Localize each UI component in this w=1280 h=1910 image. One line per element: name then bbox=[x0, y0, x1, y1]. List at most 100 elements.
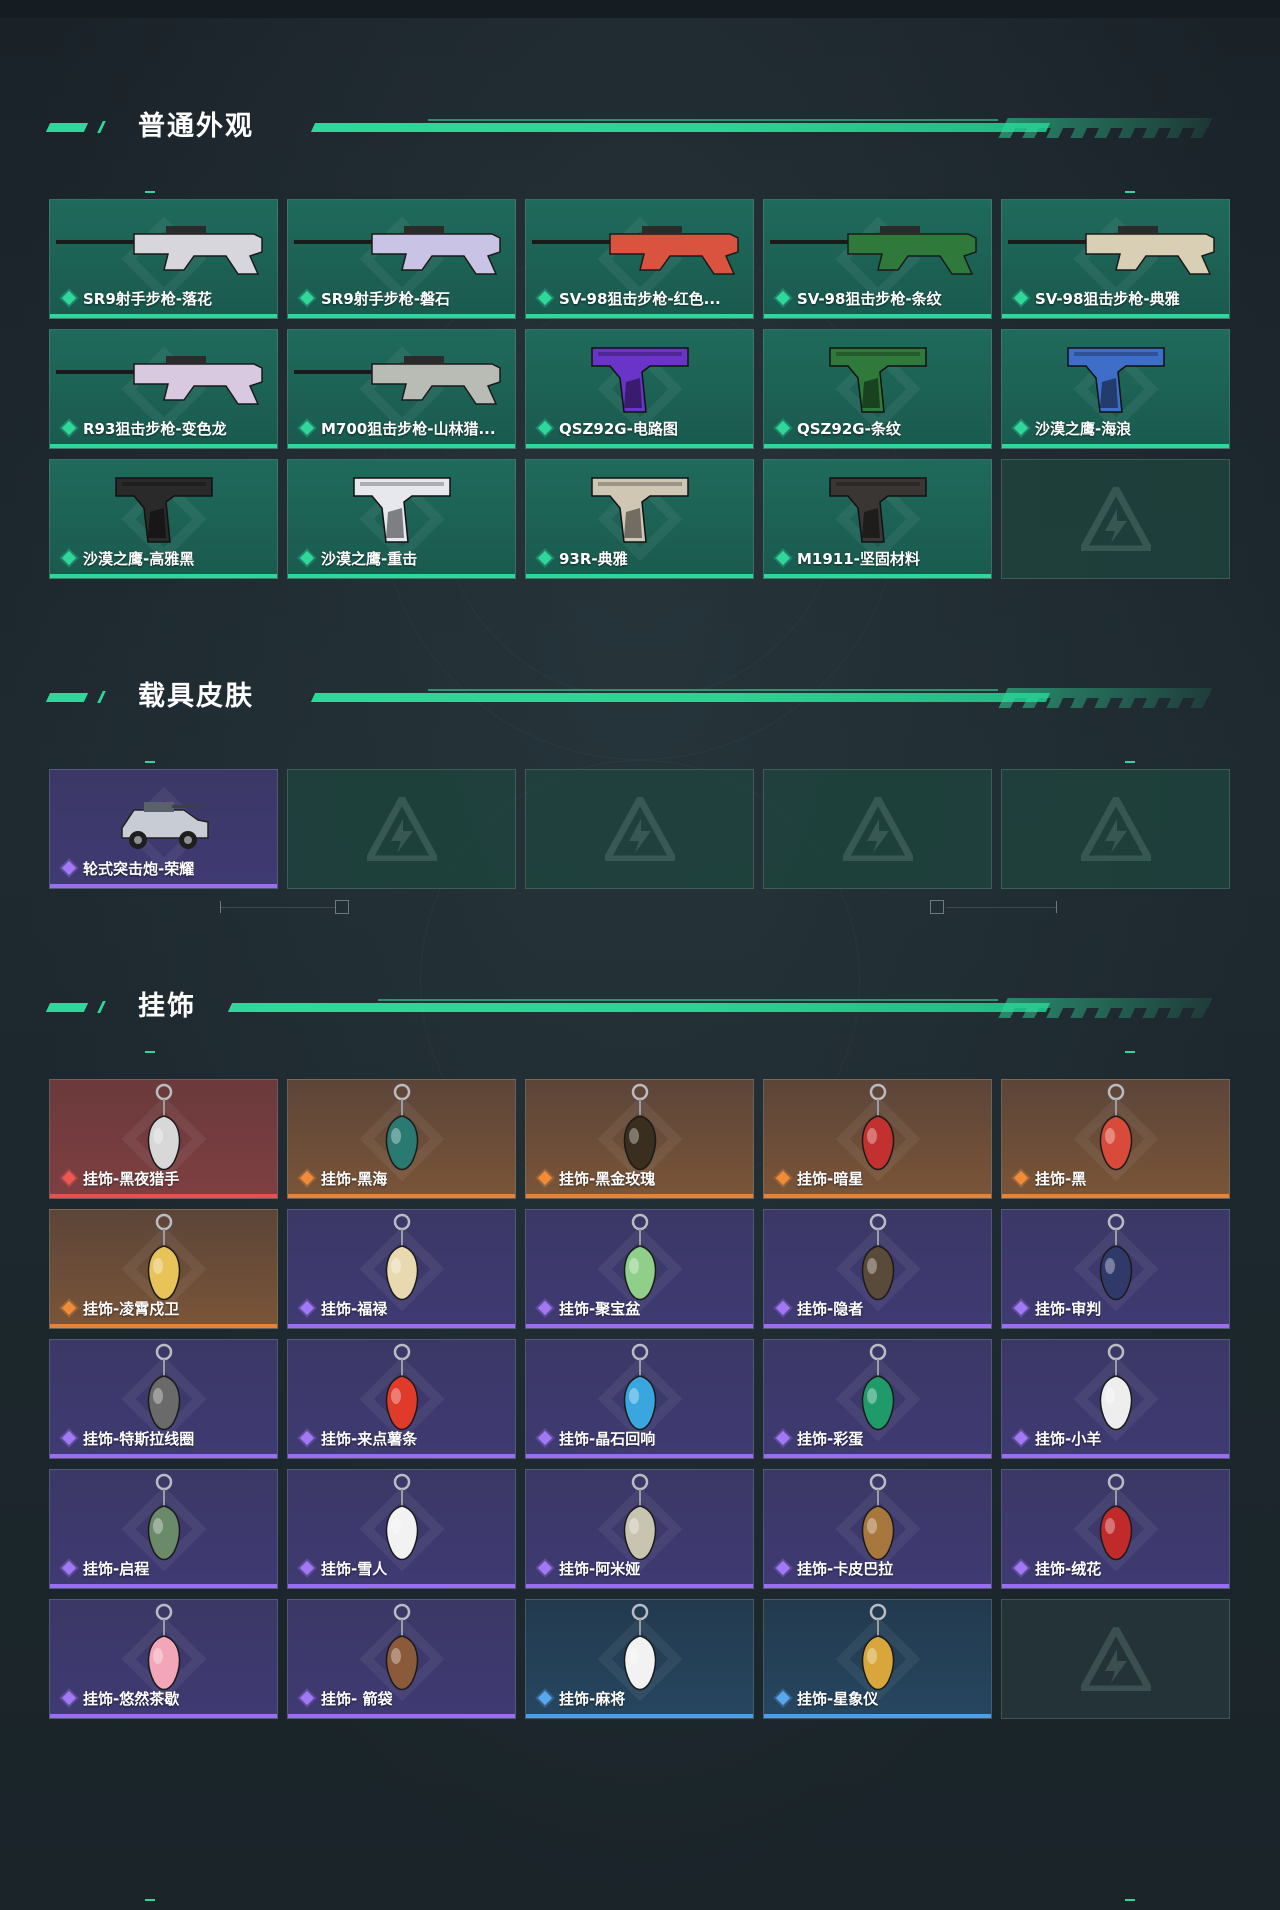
item-card[interactable]: 挂饰-审判 bbox=[1001, 1209, 1230, 1329]
item-card[interactable]: 挂饰-暗星 bbox=[763, 1079, 992, 1199]
logo-placeholder-icon bbox=[604, 797, 675, 861]
item-name: M700狙击步枪-山林猎... bbox=[321, 419, 496, 438]
rarity-diamond-icon bbox=[299, 420, 315, 436]
card-label-row: 挂饰-黑 bbox=[1013, 1168, 1223, 1188]
item-card[interactable]: 挂饰-启程 bbox=[49, 1469, 278, 1589]
item-card[interactable]: 挂饰-黑夜猎手 bbox=[49, 1079, 278, 1199]
item-card[interactable]: 挂饰-星象仪 bbox=[763, 1599, 992, 1719]
item-name: 挂饰-雪人 bbox=[321, 1559, 388, 1578]
item-card[interactable]: 挂饰-隐者 bbox=[763, 1209, 992, 1329]
rarity-diamond-icon bbox=[61, 420, 77, 436]
rarity-bar bbox=[764, 314, 991, 318]
card-label-row: 挂饰-雪人 bbox=[299, 1558, 509, 1578]
logo-placeholder-icon bbox=[1080, 487, 1151, 551]
item-name: 沙漠之鹰-高雅黑 bbox=[83, 549, 195, 568]
pistol-icon bbox=[104, 468, 224, 552]
item-card[interactable]: 挂饰-晶石回响 bbox=[525, 1339, 754, 1459]
divider-square bbox=[930, 900, 944, 914]
rarity-diamond-icon bbox=[1013, 1170, 1029, 1186]
item-card[interactable]: 挂饰-聚宝盆 bbox=[525, 1209, 754, 1329]
card-label-row: 沙漠之鹰-海浪 bbox=[1013, 418, 1223, 438]
header-accent-bar bbox=[45, 123, 89, 132]
card-label-row: 挂饰-来点薯条 bbox=[299, 1428, 509, 1448]
pistol-icon bbox=[342, 468, 462, 552]
rarity-diamond-icon bbox=[775, 420, 791, 436]
item-card[interactable]: 沙漠之鹰-重击 bbox=[287, 459, 516, 579]
card-label-row: 挂饰-麻将 bbox=[537, 1688, 747, 1708]
divider-line bbox=[220, 907, 335, 908]
rarity-bar bbox=[50, 884, 277, 888]
pistol-icon bbox=[580, 338, 700, 422]
item-card[interactable]: QSZ92G-电路图 bbox=[525, 329, 754, 449]
section-title: 载具皮肤 bbox=[138, 681, 254, 712]
header-thin-line bbox=[428, 689, 998, 691]
item-card[interactable]: 沙漠之鹰-高雅黑 bbox=[49, 459, 278, 579]
item-card[interactable]: 93R-典雅 bbox=[525, 459, 754, 579]
item-card[interactable]: 挂饰-阿米娅 bbox=[525, 1469, 754, 1589]
card-label-row: 挂饰-黑夜猎手 bbox=[61, 1168, 271, 1188]
item-name: R93狙击步枪-变色龙 bbox=[83, 419, 227, 438]
rarity-bar bbox=[764, 1454, 991, 1458]
section-header-normal-skins: 普通外观 bbox=[45, 107, 1213, 147]
item-card[interactable]: 挂饰-黑 bbox=[1001, 1079, 1230, 1199]
section-title: 挂饰 bbox=[138, 991, 196, 1022]
rarity-diamond-icon bbox=[61, 290, 77, 306]
item-card[interactable]: SV-98狙击步枪-条纹 bbox=[763, 199, 992, 319]
rarity-bar bbox=[526, 1194, 753, 1198]
item-card[interactable]: 挂饰-绒花 bbox=[1001, 1469, 1230, 1589]
item-card[interactable]: 挂饰-卡皮巴拉 bbox=[763, 1469, 992, 1589]
item-card[interactable]: 挂饰-黑海 bbox=[287, 1079, 516, 1199]
card-label-row: QSZ92G-电路图 bbox=[537, 418, 747, 438]
charms-grid: 挂饰-黑夜猎手 挂饰-黑海 挂饰-黑金玫瑰 挂饰-暗星 挂饰-黑挂饰-凌霄戍卫 挂饰-福禄… bbox=[49, 1079, 1231, 1719]
item-card[interactable]: 挂饰-雪人 bbox=[287, 1469, 516, 1589]
rarity-bar bbox=[764, 1194, 991, 1198]
item-card[interactable]: 挂饰-黑金玫瑰 bbox=[525, 1079, 754, 1199]
item-card[interactable]: 挂饰-小羊 bbox=[1001, 1339, 1230, 1459]
rarity-bar bbox=[526, 314, 753, 318]
item-card[interactable]: SR9射手步枪-落花 bbox=[49, 199, 278, 319]
rarity-bar bbox=[1002, 1324, 1229, 1328]
item-name: 挂饰-福禄 bbox=[321, 1299, 388, 1318]
item-card[interactable]: 挂饰-来点薯条 bbox=[287, 1339, 516, 1459]
rarity-bar bbox=[50, 1324, 277, 1328]
rarity-bar bbox=[526, 1714, 753, 1718]
item-card[interactable]: SV-98狙击步枪-典雅 bbox=[1001, 199, 1230, 319]
card-label-row: 挂饰-聚宝盆 bbox=[537, 1298, 747, 1318]
item-card[interactable]: 挂饰-彩蛋 bbox=[763, 1339, 992, 1459]
item-name: 挂饰-黑夜猎手 bbox=[83, 1169, 180, 1188]
rarity-bar bbox=[526, 444, 753, 448]
rarity-bar bbox=[288, 574, 515, 578]
item-card[interactable]: M700狙击步枪-山林猎... bbox=[287, 329, 516, 449]
item-card[interactable]: 挂饰-麻将 bbox=[525, 1599, 754, 1719]
item-card[interactable]: 挂饰-福禄 bbox=[287, 1209, 516, 1329]
rarity-diamond-icon bbox=[1013, 1560, 1029, 1576]
item-card[interactable]: 轮式突击炮-荣耀 bbox=[49, 769, 278, 889]
card-label-row: QSZ92G-条纹 bbox=[775, 418, 985, 438]
item-card[interactable]: M1911-坚固材料 bbox=[763, 459, 992, 579]
rarity-bar bbox=[1002, 1584, 1229, 1588]
rarity-diamond-icon bbox=[537, 420, 553, 436]
rarity-diamond-icon bbox=[537, 1560, 553, 1576]
item-card[interactable]: 挂饰- 箭袋 bbox=[287, 1599, 516, 1719]
rarity-diamond-icon bbox=[61, 1560, 77, 1576]
card-label-row: SR9射手步枪-磐石 bbox=[299, 288, 509, 308]
rarity-bar bbox=[764, 444, 991, 448]
card-label-row: 挂饰-凌霄戍卫 bbox=[61, 1298, 271, 1318]
item-card[interactable]: R93狙击步枪-变色龙 bbox=[49, 329, 278, 449]
rarity-diamond-icon bbox=[61, 860, 77, 876]
rarity-diamond-icon bbox=[61, 1170, 77, 1186]
card-label-row: SR9射手步枪-落花 bbox=[61, 288, 271, 308]
corner-tick bbox=[1125, 1899, 1135, 1901]
sniper-rifle-icon bbox=[292, 348, 512, 422]
header-accent-bar bbox=[45, 693, 89, 702]
rarity-diamond-icon bbox=[775, 290, 791, 306]
item-card[interactable]: SV-98狙击步枪-红色... bbox=[525, 199, 754, 319]
item-card[interactable]: 挂饰-悠然茶歇 bbox=[49, 1599, 278, 1719]
item-card[interactable]: 挂饰-特斯拉线圈 bbox=[49, 1339, 278, 1459]
item-card[interactable]: 沙漠之鹰-海浪 bbox=[1001, 329, 1230, 449]
item-card[interactable]: SR9射手步枪-磐石 bbox=[287, 199, 516, 319]
empty-slot bbox=[1001, 769, 1230, 889]
rarity-diamond-icon bbox=[61, 1430, 77, 1446]
item-card[interactable]: QSZ92G-条纹 bbox=[763, 329, 992, 449]
item-card[interactable]: 挂饰-凌霄戍卫 bbox=[49, 1209, 278, 1329]
